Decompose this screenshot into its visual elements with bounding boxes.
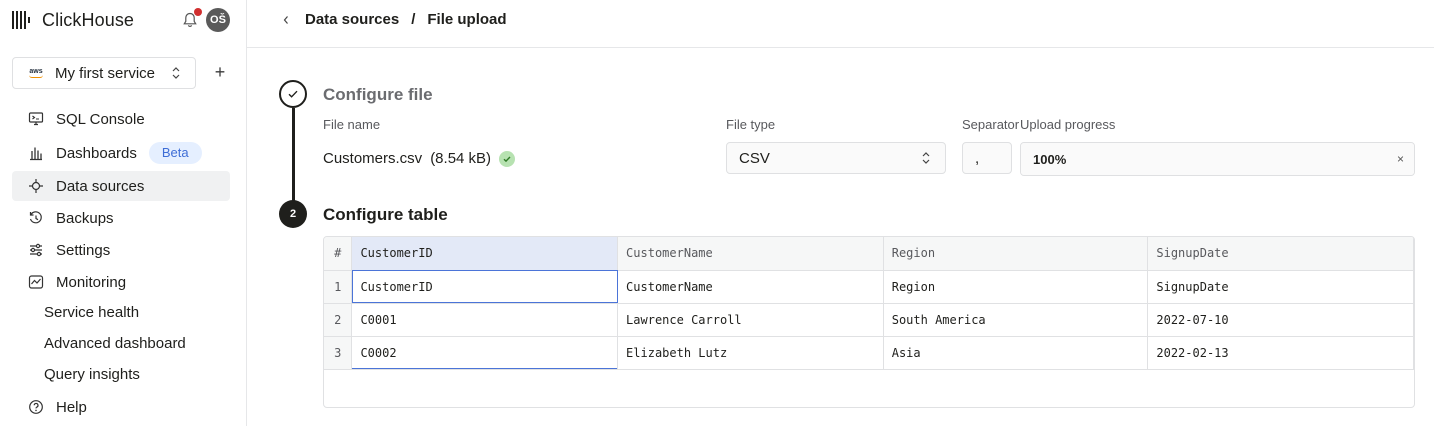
plug-icon — [29, 179, 43, 193]
table-cell[interactable]: CustomerID — [351, 270, 619, 304]
upload-progress-text: 100% — [1033, 152, 1067, 167]
sidebar-item-data-sources[interactable]: Data sources — [12, 171, 230, 201]
sidebar-item-advanced-dashboard[interactable]: Advanced dashboard — [44, 333, 186, 355]
column-header[interactable]: Region — [883, 237, 1149, 271]
separator-value: , — [975, 149, 980, 167]
preview-table: # CustomerID CustomerName Region SignupD… — [324, 237, 1414, 370]
step-2-title: Configure table — [323, 205, 448, 224]
clickhouse-logo-icon — [12, 11, 30, 29]
column-header[interactable]: SignupDate — [1147, 237, 1414, 271]
notification-dot — [194, 8, 202, 16]
sidebar-item-service-health[interactable]: Service health — [44, 302, 139, 324]
upload-progress-label: Upload progress — [1020, 117, 1116, 132]
file-name-label: File name — [323, 117, 381, 132]
file-size: (8.54 kB) — [430, 150, 492, 167]
sidebar-item-label: Dashboards — [56, 144, 137, 162]
service-selector[interactable]: aws My first service — [12, 57, 196, 89]
breadcrumb: Data sources / File upload — [305, 11, 507, 28]
avatar[interactable]: OŠ — [206, 8, 230, 32]
table-cell[interactable]: C0001 — [351, 303, 619, 337]
top-bar: Data sources / File upload — [247, 0, 1434, 48]
sidebar-item-help[interactable]: Help — [12, 392, 230, 422]
file-type-label: File type — [726, 117, 776, 132]
table-cell[interactable]: Lawrence Carroll — [617, 303, 884, 337]
table-row: 3 C0002 Elizabeth Lutz Asia 2022-02-13 — [324, 336, 1414, 370]
table-cell[interactable]: 2022-02-13 — [1147, 336, 1414, 370]
sidebar-item-label: Monitoring — [56, 273, 127, 291]
separator-input[interactable]: , — [962, 142, 1012, 174]
chevron-up-down-icon — [922, 152, 930, 164]
check-icon — [288, 90, 298, 98]
aws-icon: aws — [25, 66, 47, 80]
table-cell[interactable]: Asia — [883, 336, 1149, 370]
sidebar-item-settings[interactable]: Settings — [12, 235, 230, 265]
column-header[interactable]: CustomerID — [351, 237, 619, 271]
file-type-select[interactable]: CSV — [726, 142, 946, 174]
file-type-value: CSV — [739, 149, 770, 167]
sidebar-item-monitoring[interactable]: Monitoring — [12, 267, 230, 297]
chevron-left-icon[interactable] — [281, 12, 291, 28]
table-cell[interactable]: C0002 — [351, 336, 619, 370]
row-number: 2 — [324, 303, 353, 337]
table-row: 1 CustomerID CustomerName Region SignupD… — [324, 270, 1414, 304]
terminal-icon — [28, 112, 44, 126]
breadcrumb-data-sources[interactable]: Data sources — [305, 11, 399, 28]
table-cell[interactable]: 2022-07-10 — [1147, 303, 1414, 337]
separator-label: Separator — [962, 117, 1020, 132]
sidebar-item-label: Settings — [56, 241, 111, 259]
add-service-button[interactable]: + — [212, 62, 228, 82]
help-icon — [29, 400, 43, 414]
history-icon — [29, 211, 42, 224]
sidebar-item-backups[interactable]: Backups — [12, 203, 230, 233]
step-1-title: Configure file — [323, 85, 433, 104]
sidebar-item-label: Help — [56, 398, 87, 416]
sidebar: ClickHouse OŠ aws My first service + SQL… — [0, 0, 247, 426]
table-cell[interactable]: Elizabeth Lutz — [617, 336, 884, 370]
breadcrumb-separator: / — [411, 11, 416, 28]
sidebar-item-label: SQL Console — [56, 110, 145, 128]
app-name: ClickHouse — [42, 9, 135, 30]
sliders-icon — [30, 243, 42, 257]
table-cell[interactable]: CustomerName — [617, 270, 884, 304]
table-cell[interactable]: South America — [883, 303, 1149, 337]
sidebar-item-label: Data sources — [56, 177, 145, 195]
sidebar-item-sql-console[interactable]: SQL Console — [12, 104, 230, 134]
sidebar-item-dashboards[interactable]: Dashboards Beta — [12, 138, 230, 168]
sidebar-item-query-insights[interactable]: Query insights — [44, 364, 140, 386]
step-2-indicator: 2 — [279, 200, 307, 228]
table-header-row: # CustomerID CustomerName Region SignupD… — [324, 237, 1414, 271]
table-row: 2 C0001 Lawrence Carroll South America 2… — [324, 303, 1414, 337]
beta-badge: Beta — [148, 142, 202, 164]
stepper-line — [292, 108, 295, 204]
file-name-value: Customers.csv (8.54 kB) — [323, 150, 516, 167]
upload-progress-bar: 100% × — [1020, 142, 1415, 176]
upload-progress-fill — [1021, 143, 1414, 175]
row-number: 3 — [324, 336, 353, 370]
bar-chart-icon — [30, 147, 42, 161]
close-icon[interactable]: × — [1397, 152, 1404, 166]
column-header[interactable]: CustomerName — [617, 237, 884, 271]
step-1-complete-indicator — [279, 80, 307, 108]
breadcrumb-file-upload: File upload — [427, 11, 507, 28]
table-preview: # CustomerID CustomerName Region SignupD… — [323, 236, 1415, 408]
rownum-header: # — [324, 237, 353, 271]
table-cell[interactable]: Region — [883, 270, 1149, 304]
monitor-icon — [28, 275, 44, 289]
sidebar-item-label: Backups — [56, 209, 114, 227]
service-name: My first service — [55, 64, 156, 82]
brand[interactable]: ClickHouse — [12, 8, 134, 32]
table-cell[interactable]: SignupDate — [1147, 270, 1414, 304]
check-circle-icon — [499, 150, 516, 167]
file-name: Customers.csv — [323, 150, 423, 167]
chevron-up-down-icon — [172, 67, 180, 79]
row-number: 1 — [324, 270, 353, 304]
